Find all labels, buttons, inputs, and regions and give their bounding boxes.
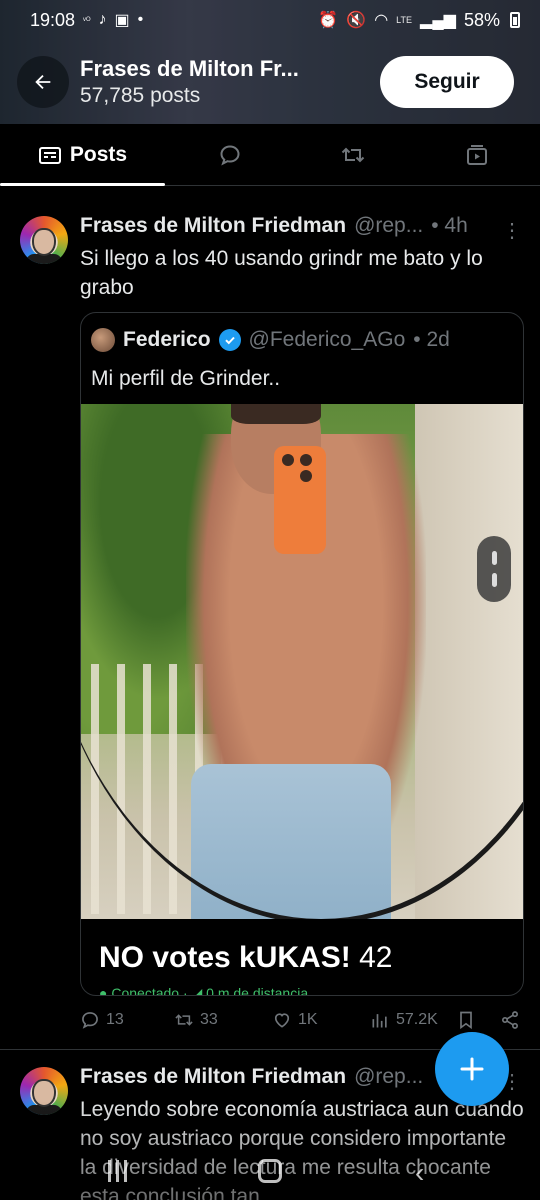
profile-bar: Frases de Milton Fr... 57,785 posts Segu… [0, 52, 540, 114]
post-time[interactable]: • 4h [431, 214, 468, 238]
arrow-left-icon [35, 74, 51, 90]
tab-posts-label: Posts [69, 143, 128, 166]
post-header: Frases de Milton Friedman @rep... • 4h [80, 214, 468, 238]
dot-icon: • [137, 11, 144, 28]
posts-icon [38, 147, 61, 164]
image-caption-status: ● Conectado · ◢ 0 m de distancia [99, 985, 309, 996]
quoted-handle: @Federico_AGo [248, 328, 406, 351]
like-count: 1K [298, 1011, 318, 1028]
views-icon [372, 1014, 387, 1028]
tab-reposts[interactable] [313, 124, 393, 186]
post[interactable]: Frases de Milton Friedman @rep... • 4h ⋮… [0, 200, 540, 1050]
profile-tabs: Posts [0, 124, 540, 186]
image-caption: NO votes kUKAS! 42 [99, 941, 392, 975]
status-time: 19:08 [30, 9, 76, 30]
repost-icon [175, 1014, 193, 1026]
quoted-post[interactable]: Federico @Federico_AGo • 2d Mi perfil de… [80, 312, 524, 996]
verified-badge-icon [218, 329, 241, 351]
post-author[interactable]: Frases de Milton Friedman [80, 1065, 346, 1089]
back-button[interactable] [17, 56, 69, 108]
mute-icon: 🔇 [346, 12, 367, 29]
reply-count: 13 [106, 1011, 124, 1028]
tab-replies[interactable] [190, 124, 270, 186]
quoted-text: Mi perfil de Grinder.. [91, 367, 281, 390]
gallery-icon: ▣ [114, 12, 130, 29]
like-button[interactable]: 1K [272, 1010, 318, 1030]
scroll-handle[interactable] [477, 536, 511, 602]
repost-button[interactable]: 33 [174, 1010, 218, 1030]
profile-header: 19:08 ᵛᴼ ♪ ▣ • ⏰ 🔇 ◠ LTE ▂▄▆ 58% Frases … [0, 0, 540, 124]
post-header: Frases de Milton Friedman @rep... [80, 1065, 423, 1089]
tab-posts[interactable]: Posts [0, 124, 165, 186]
avatar[interactable] [20, 216, 68, 264]
bookmark-icon [460, 1011, 472, 1030]
post-handle[interactable]: @rep... [354, 1065, 423, 1089]
system-nav-bar: ‹ [0, 1145, 540, 1200]
compose-button[interactable] [435, 1032, 509, 1106]
media-icon [467, 145, 487, 165]
reply-icon [82, 1012, 98, 1029]
avatar-face [32, 228, 56, 256]
replies-icon [220, 145, 240, 166]
avatar[interactable] [20, 1067, 68, 1115]
quoted-author: Federico [123, 328, 211, 351]
views-button[interactable]: 57.2K [370, 1010, 438, 1030]
more-options-icon[interactable]: ⋮ [502, 218, 522, 243]
avatar-face [32, 1079, 56, 1107]
heart-icon [274, 1013, 290, 1028]
image-caption-bold: NO votes kUKAS! [99, 941, 351, 974]
plus-icon [460, 1057, 484, 1081]
image-mirror-edge [81, 404, 523, 919]
vowifi-icon: ᵛᴼ [83, 15, 91, 25]
quoted-post-header: Federico @Federico_AGo • 2d [91, 328, 450, 352]
tiktok-icon: ♪ [98, 11, 107, 28]
follow-button[interactable]: Seguir [380, 56, 514, 108]
post-author[interactable]: Frases de Milton Friedman [80, 214, 346, 238]
battery-level: 58% [463, 9, 500, 30]
post-handle[interactable]: @rep... [354, 214, 423, 238]
wifi-icon: ◠ [374, 12, 389, 29]
post-image[interactable] [81, 404, 523, 919]
image-caption-number: 42 [359, 941, 393, 974]
reposts-icon [341, 147, 365, 163]
reply-button[interactable]: 13 [80, 1010, 124, 1030]
repost-count: 33 [200, 1011, 218, 1028]
status-bar: 19:08 ᵛᴼ ♪ ▣ • ⏰ 🔇 ◠ LTE ▂▄▆ 58% [0, 0, 540, 40]
home-icon[interactable] [258, 1159, 282, 1183]
tab-media[interactable] [437, 124, 517, 186]
back-nav-icon[interactable]: ‹ [415, 1157, 424, 1189]
signal-icon: ▂▄▆ [420, 12, 456, 29]
recents-icon[interactable] [108, 1160, 132, 1182]
quoted-avatar [91, 328, 115, 352]
battery-icon [510, 12, 520, 28]
post-text: Si llego a los 40 usando grindr me bato … [80, 247, 483, 299]
posts-count: 57,785 posts [80, 84, 201, 107]
views-count: 57.2K [396, 1011, 438, 1028]
alarm-icon: ⏰ [318, 12, 339, 29]
network-type: LTE [396, 15, 413, 25]
share-button[interactable] [500, 1010, 520, 1030]
profile-name: Frases de Milton Fr... [80, 56, 299, 81]
bookmark-button[interactable] [456, 1010, 476, 1030]
share-icon [502, 1011, 518, 1029]
quoted-time: • 2d [413, 328, 450, 351]
